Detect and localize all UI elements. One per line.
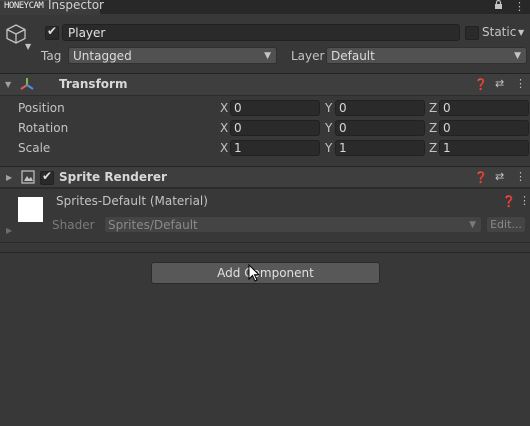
- sprite-renderer-enabled-checkbox[interactable]: ✔: [40, 169, 54, 185]
- scale-label: Scale: [18, 141, 51, 155]
- checkmark-icon: ✔: [42, 169, 53, 183]
- foldout-collapsed-icon[interactable]: ▶: [6, 226, 12, 235]
- sprite-renderer-title: Sprite Renderer: [59, 170, 167, 184]
- static-checkbox[interactable]: [465, 26, 479, 40]
- presets-icon[interactable]: ⇄: [495, 77, 504, 90]
- checkmark-icon: ✔: [47, 24, 58, 38]
- foldout-expanded-icon[interactable]: ▼: [5, 80, 11, 89]
- layer-label: Layer: [291, 49, 325, 63]
- position-z-field[interactable]: 0: [439, 100, 529, 116]
- chevron-down-icon: ▼: [514, 51, 521, 61]
- rotation-label: Rotation: [18, 121, 69, 135]
- chevron-down-icon: ▼: [469, 220, 476, 230]
- transform-icon: [20, 78, 34, 90]
- cube-icon[interactable]: [6, 24, 26, 44]
- rotation-x-field[interactable]: 0: [230, 120, 320, 136]
- sprite-renderer-icon: [21, 170, 35, 184]
- divider: [0, 187, 530, 188]
- position-y-label: Y: [325, 101, 333, 115]
- rotation-x-label: X: [220, 121, 229, 135]
- rotation-y-label: Y: [325, 121, 333, 135]
- help-icon[interactable]: ❓: [502, 195, 516, 208]
- add-component-button[interactable]: Add Component: [151, 262, 380, 284]
- scale-x-field[interactable]: 1: [230, 140, 320, 156]
- material-preview: [18, 197, 43, 222]
- shader-dropdown[interactable]: Sprites/Default ▼: [104, 216, 482, 233]
- scale-y-field[interactable]: 1: [335, 140, 425, 156]
- shader-label: Shader: [52, 218, 95, 232]
- scale-y-label: Y: [325, 141, 333, 155]
- scale-x-label: X: [220, 141, 229, 155]
- static-label: Static: [482, 25, 517, 39]
- material-title: Sprites-Default (Material): [56, 194, 208, 208]
- rotation-z-label: Z: [429, 121, 438, 135]
- kebab-menu-icon[interactable]: ⋮: [515, 170, 526, 183]
- kebab-menu-icon[interactable]: ⋮: [515, 77, 526, 90]
- layer-value: Default: [331, 49, 375, 63]
- scale-z-field[interactable]: 1: [439, 140, 529, 156]
- help-icon[interactable]: ❓: [474, 78, 488, 91]
- tab-inspector-label: Inspector: [48, 0, 104, 12]
- chevron-down-icon[interactable]: ▼: [25, 42, 31, 51]
- position-label: Position: [18, 101, 65, 115]
- divider: [0, 242, 530, 243]
- position-x-label: X: [220, 101, 229, 115]
- static-dropdown-icon[interactable]: ▼: [518, 28, 524, 37]
- help-icon[interactable]: ❓: [474, 171, 488, 184]
- shader-value: Sprites/Default: [108, 218, 198, 232]
- scale-z-label: Z: [429, 141, 438, 155]
- tag-label: Tag: [41, 49, 62, 63]
- transform-title: Transform: [59, 77, 128, 91]
- presets-icon[interactable]: ⇄: [495, 170, 504, 183]
- layer-dropdown[interactable]: Default ▼: [326, 47, 527, 64]
- name-field[interactable]: Player: [62, 24, 460, 41]
- kebab-menu-icon[interactable]: ⋮: [519, 194, 530, 207]
- mouse-pointer-icon: [248, 264, 261, 282]
- position-x-field[interactable]: 0: [230, 100, 320, 116]
- chevron-down-icon: ▼: [264, 51, 271, 61]
- rotation-z-field[interactable]: 0: [439, 120, 529, 136]
- position-y-field[interactable]: 0: [335, 100, 425, 116]
- lock-icon[interactable]: [494, 0, 503, 9]
- tab-menu-icon[interactable]: ⋮: [514, 0, 525, 13]
- tag-value: Untagged: [73, 49, 132, 63]
- divider: [0, 252, 530, 253]
- active-checkbox[interactable]: ✔: [45, 24, 59, 40]
- watermark: HONEYCAM: [4, 1, 44, 11]
- foldout-collapsed-icon[interactable]: ▶: [6, 173, 12, 182]
- rotation-y-field[interactable]: 0: [335, 120, 425, 136]
- position-z-label: Z: [429, 101, 438, 115]
- tag-dropdown[interactable]: Untagged ▼: [68, 47, 277, 64]
- edit-shader-button[interactable]: Edit...: [486, 216, 526, 233]
